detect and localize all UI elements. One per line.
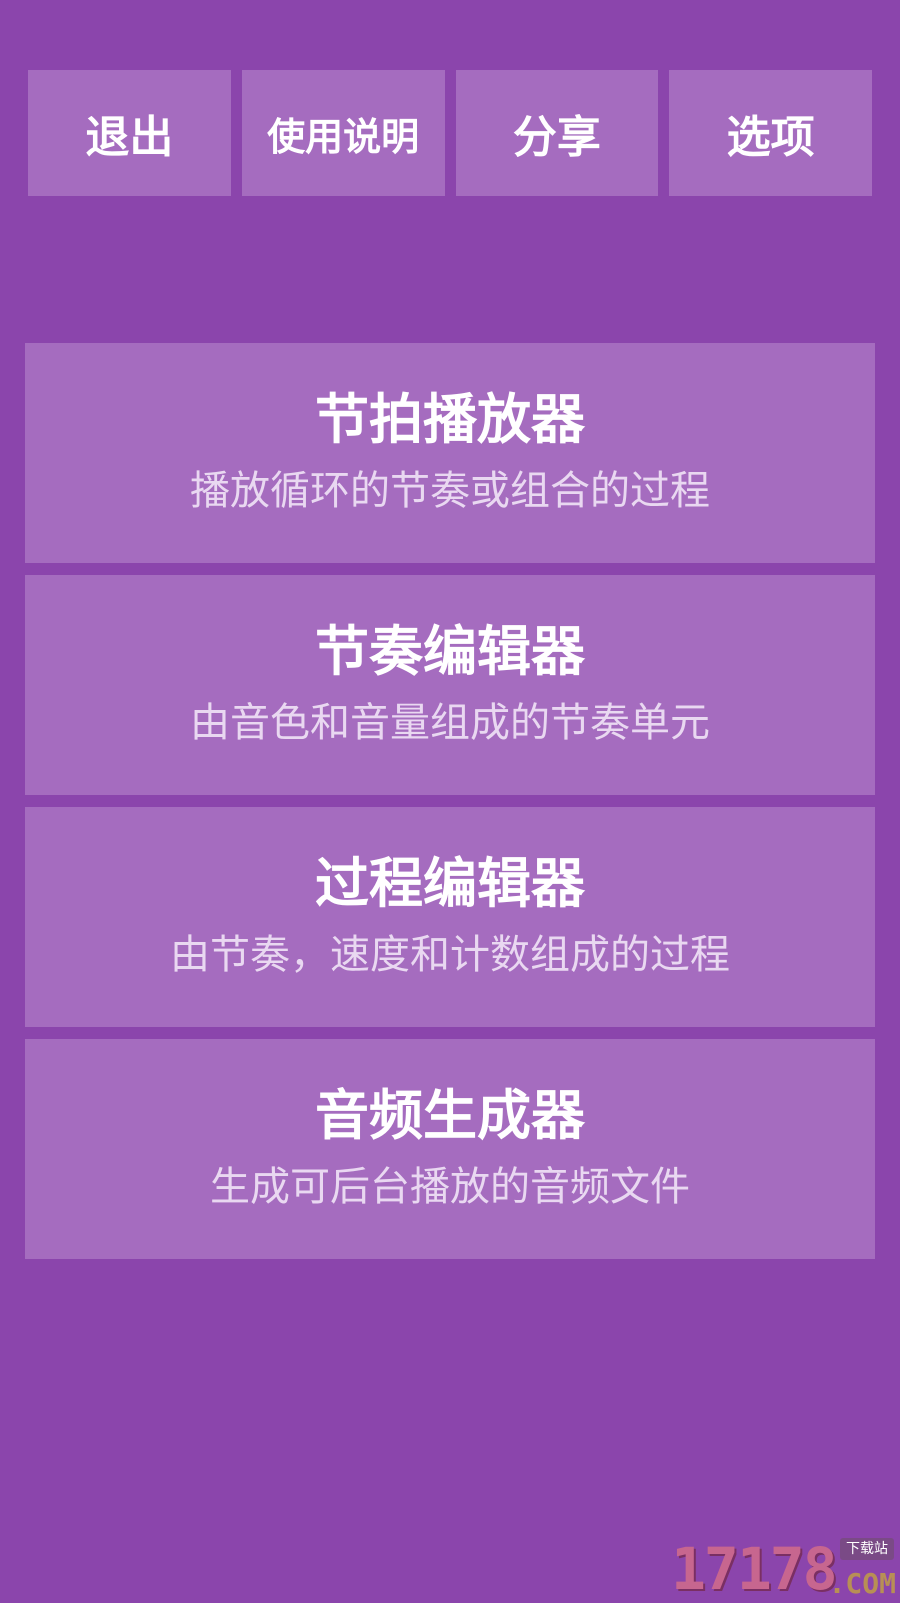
watermark-tag: 下载站 [840,1538,894,1560]
site-watermark-logo: 17178 下载站 .COM [671,1538,896,1600]
beat-player-description: 播放循环的节奏或组合的过程 [190,468,710,514]
watermark-digits: 17178 [671,1535,838,1603]
beat-player-title: 节拍播放器 [315,388,585,451]
instructions-button[interactable]: 使用说明 [241,70,445,196]
rhythm-editor-title: 节奏编辑器 [315,620,585,683]
rhythm-editor-card[interactable]: 节奏编辑器 由音色和音量组成的节奏单元 [25,575,875,795]
exit-button[interactable]: 退出 [28,70,231,196]
beat-player-card[interactable]: 节拍播放器 播放循环的节奏或组合的过程 [25,343,875,563]
audio-generator-description: 生成可后台播放的音频文件 [210,1164,690,1210]
process-editor-title: 过程编辑器 [315,852,585,915]
audio-generator-title: 音频生成器 [315,1084,585,1147]
share-button[interactable]: 分享 [455,70,659,196]
rhythm-editor-description: 由音色和音量组成的节奏单元 [190,700,710,746]
top-toolbar: 退出 使用说明 分享 选项 [28,70,872,196]
watermark-suffix: .COM [828,1567,896,1600]
audio-generator-card[interactable]: 音频生成器 生成可后台播放的音频文件 [25,1039,875,1259]
process-editor-description: 由节奏，速度和计数组成的过程 [170,932,730,978]
options-button[interactable]: 选项 [669,70,872,196]
main-menu: 节拍播放器 播放循环的节奏或组合的过程 节奏编辑器 由音色和音量组成的节奏单元 … [25,343,875,1259]
process-editor-card[interactable]: 过程编辑器 由节奏，速度和计数组成的过程 [25,807,875,1027]
